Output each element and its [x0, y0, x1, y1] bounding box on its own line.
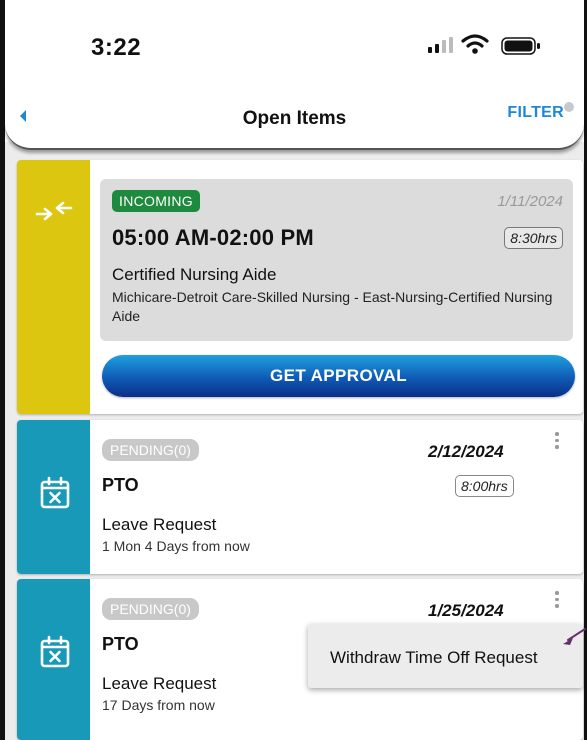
- filter-button[interactable]: FILTER: [507, 104, 564, 122]
- request-hours: 8:00hrs: [455, 475, 514, 497]
- status-bar: 3:22: [5, 0, 584, 90]
- wifi-icon: [461, 34, 489, 54]
- shift-hours: 8:30hrs: [504, 227, 563, 249]
- shift-time-range: 05:00 AM-02:00 PM: [112, 225, 314, 250]
- signal-icon: [428, 37, 453, 53]
- request-category: Leave Request: [102, 674, 217, 693]
- request-date: 2/12/2024: [428, 442, 504, 461]
- relative-date: 17 Days from now: [102, 697, 215, 713]
- calendar-x-icon: [40, 476, 70, 509]
- context-menu: Withdraw Time Off Request: [308, 624, 583, 688]
- card-accent-strip: [17, 420, 90, 574]
- card-body: INCOMING 1/11/2024 05:00 AM-02:00 PM 8:3…: [90, 160, 583, 414]
- status-time: 3:22: [91, 34, 142, 61]
- request-type-title: PTO: [102, 634, 139, 654]
- pointer-arrow-icon: [563, 628, 586, 645]
- kebab-icon[interactable]: [555, 591, 561, 611]
- request-category: Leave Request: [102, 515, 217, 534]
- card-accent-strip: [17, 579, 90, 740]
- page-title: Open Items: [242, 108, 347, 129]
- pto-card[interactable]: PENDING(0) 2/12/2024 PTO 8:00hrs Leave R…: [17, 420, 583, 574]
- kebab-icon[interactable]: [555, 432, 561, 452]
- shift-card-incoming[interactable]: INCOMING 1/11/2024 05:00 AM-02:00 PM 8:3…: [17, 160, 583, 414]
- get-approval-button[interactable]: GET APPROVAL: [102, 355, 575, 397]
- shift-date: 1/11/2024: [497, 193, 563, 210]
- withdraw-time-off-menu-item[interactable]: Withdraw Time Off Request: [330, 648, 538, 668]
- shift-details: INCOMING 1/11/2024 05:00 AM-02:00 PM 8:3…: [100, 179, 573, 341]
- relative-date: 1 Mon 4 Days from now: [102, 538, 250, 554]
- shift-role: Certified Nursing Aide: [112, 265, 277, 284]
- calendar-x-icon: [40, 635, 70, 668]
- filter-indicator: [564, 102, 574, 112]
- app-header: Open Items FILTER: [5, 88, 584, 150]
- request-date: 1/25/2024: [428, 601, 504, 620]
- request-type-title: PTO: [102, 475, 139, 495]
- card-accent-strip: [17, 160, 90, 414]
- swap-icon: [35, 201, 73, 221]
- shift-location: Michicare-Detroit Care-Skilled Nursing -…: [112, 289, 553, 324]
- card-body: PENDING(0) 2/12/2024 PTO 8:00hrs Leave R…: [90, 420, 583, 574]
- status-badge: INCOMING: [112, 190, 200, 212]
- status-badge: PENDING(0): [102, 598, 199, 620]
- battery-icon: [501, 37, 540, 55]
- status-badge: PENDING(0): [102, 439, 199, 461]
